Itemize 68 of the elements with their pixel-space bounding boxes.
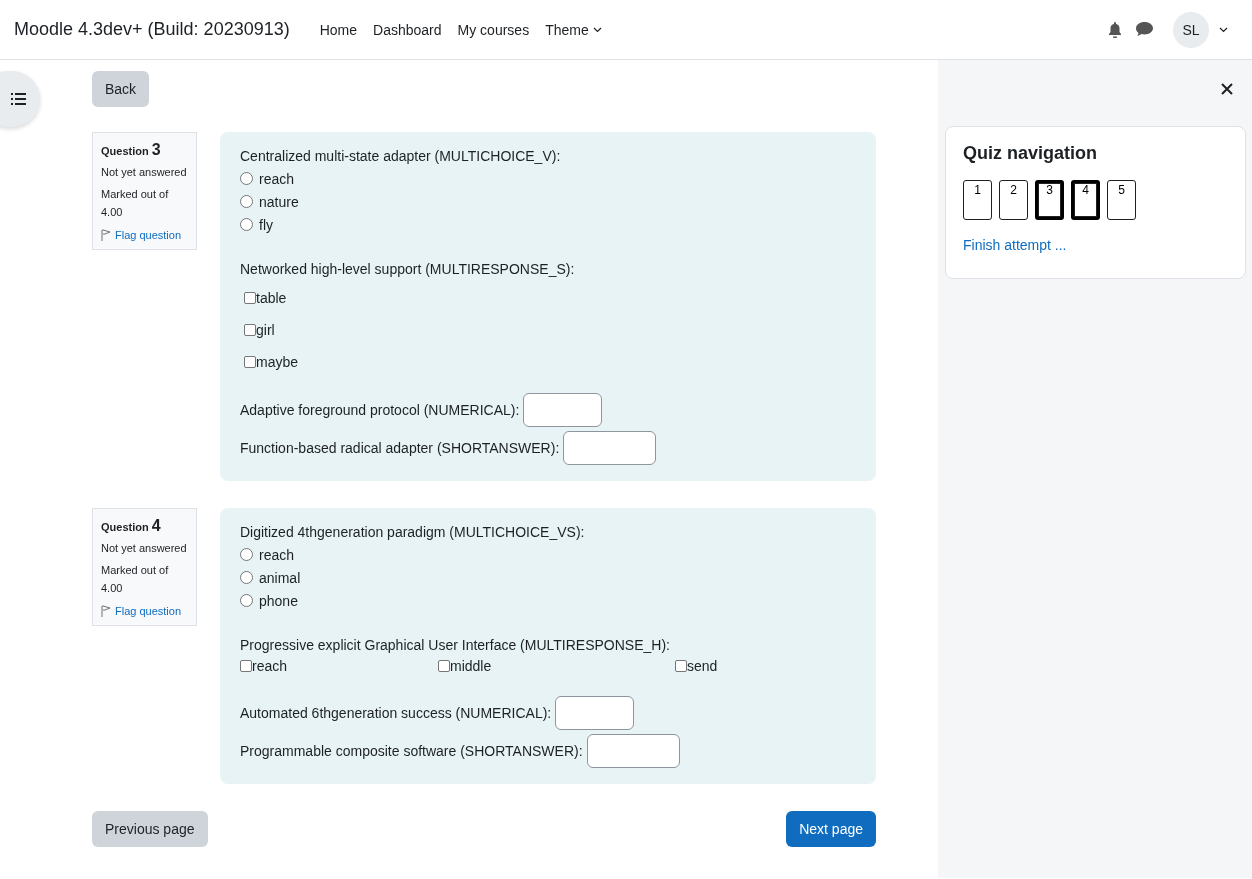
user-avatar[interactable]: SL (1173, 11, 1209, 48)
option-label: middle (450, 658, 492, 674)
answer-field[interactable] (586, 734, 680, 768)
option-label: send (687, 658, 718, 674)
radio-button[interactable] (240, 172, 253, 185)
question-prompt: Function-based radical adapter (SHORTANSWER): (240, 440, 560, 456)
caret-icon[interactable] (1219, 26, 1228, 33)
checkbox[interactable] (244, 323, 256, 336)
question-marks: Marked out of 4.00 (101, 187, 170, 220)
answer-field[interactable] (523, 393, 603, 427)
list-icon (11, 93, 26, 105)
option-label: fly (259, 216, 273, 233)
question-state: Not yet answered (101, 541, 188, 556)
previous-page-button[interactable]: Previous page (92, 811, 208, 847)
nav-link[interactable]: Dashboard (365, 21, 450, 38)
question-nav-button[interactable]: 4 (1071, 180, 1100, 220)
nav-link[interactable]: My courses (449, 21, 538, 38)
question-prompt: Adaptive foreground protocol (NUMERICAL): (240, 402, 520, 418)
flag-question-link[interactable]: Flag question (115, 605, 182, 617)
option-label: reach (259, 546, 295, 563)
question-number: Question 4 (101, 517, 162, 535)
question-prompt: Centralized multi-state adapter (MULTICHOICE_V): (240, 147, 562, 166)
question-number: Question 3 (101, 141, 162, 159)
question-nav-button[interactable]: 2 (999, 180, 1028, 220)
question-state: Not yet answered (101, 165, 188, 180)
question-nav-button[interactable]: 5 (1107, 180, 1136, 220)
option-label: reach (259, 170, 295, 187)
chat-icon[interactable] (1136, 22, 1153, 37)
radio-button[interactable] (240, 195, 253, 208)
flag-question-link[interactable]: Flag question (115, 229, 182, 241)
checkbox[interactable] (244, 355, 256, 368)
option-label: phone (259, 592, 298, 609)
flag-icon[interactable] (101, 229, 111, 241)
radio-button[interactable] (240, 594, 253, 607)
back-button[interactable]: Back (92, 71, 150, 107)
option-label: reach (252, 658, 288, 674)
caret-icon[interactable] (592, 26, 602, 33)
nav-link[interactable]: Home (311, 21, 366, 38)
bell-icon[interactable] (1108, 21, 1122, 38)
question-marks: Marked out of 4.00 (101, 563, 170, 596)
question-prompt: Programmable composite software (SHORTANSWER): (240, 743, 583, 759)
close-icon[interactable] (1220, 82, 1234, 96)
option-label: table (256, 289, 287, 306)
finish-attempt-link[interactable]: Finish attempt ... (963, 237, 1067, 253)
radio-button[interactable] (240, 218, 253, 231)
question-nav-button[interactable]: 1 (963, 180, 992, 220)
next-page-button[interactable]: Next page (786, 811, 876, 847)
checkbox[interactable] (438, 660, 450, 672)
question-prompt: Progressive explicit Graphical User Interface (MULTIRESPONSE_H): (240, 636, 671, 655)
question-prompt: Digitized 4thgeneration paradigm (MULTICHOICE_VS): (240, 523, 586, 542)
checkbox[interactable] (675, 660, 687, 672)
question-nav-button[interactable]: 3 (1035, 180, 1064, 220)
option-label: maybe (256, 353, 299, 370)
option-label: nature (259, 193, 299, 210)
answer-field[interactable] (563, 431, 657, 465)
flag-icon[interactable] (101, 605, 111, 617)
card-title: Quiz navigation (963, 143, 1098, 164)
question-prompt: Automated 6thgeneration success (NUMERICAL): (240, 705, 552, 721)
option-label: animal (259, 569, 301, 586)
radio-button[interactable] (240, 571, 253, 584)
checkbox[interactable] (244, 291, 256, 304)
checkbox[interactable] (240, 660, 252, 672)
answer-field[interactable] (555, 696, 635, 730)
site-name[interactable]: Moodle 4.3dev+ (Build: 20230913) (14, 19, 290, 40)
question-prompt: Networked high-level support (MULTIRESPONSE_S): (240, 260, 576, 279)
option-label: girl (256, 321, 275, 338)
radio-button[interactable] (240, 548, 253, 561)
nav-link[interactable]: Theme (537, 21, 610, 38)
